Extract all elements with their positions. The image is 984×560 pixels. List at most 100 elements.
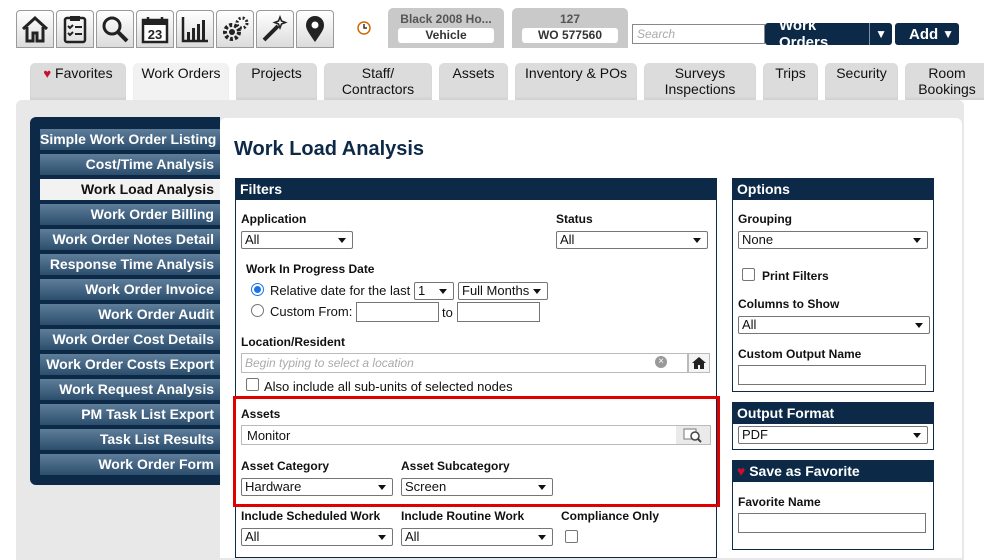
recent-item-vehicle[interactable]: Black 2008 Ho... Vehicle [388, 8, 504, 48]
asset-category-label: Asset Category [241, 459, 330, 473]
scheduled-work-label: Include Scheduled Work [241, 509, 381, 523]
home-icon [692, 357, 706, 369]
routine-work-select[interactable]: All [401, 528, 553, 546]
location-input[interactable]: Begin typing to select a location × [241, 353, 688, 373]
tab-label: Trips [775, 65, 806, 81]
asset-subcategory-label: Asset Subcategory [401, 459, 510, 473]
chevron-down-icon: ▼ [869, 23, 892, 45]
add-button[interactable]: Add ▼ [895, 23, 959, 45]
custom-output-name-label: Custom Output Name [738, 347, 862, 361]
assets-input[interactable]: Monitor [241, 425, 711, 445]
custom-from-input[interactable] [356, 302, 439, 322]
sidebar-item-work-load-analysis[interactable]: Work Load Analysis [40, 179, 220, 200]
tab-projects[interactable]: Projects [236, 63, 317, 100]
module-select-button[interactable]: Work Orders ▼ [765, 17, 892, 51]
calendar-day: 23 [148, 27, 162, 42]
tab-security[interactable]: Security [825, 63, 898, 100]
options-header: Options [733, 179, 933, 200]
map-pin-icon[interactable] [296, 10, 334, 48]
relative-unit-select[interactable]: Full Months [458, 282, 548, 300]
calendar-icon[interactable]: 23 [136, 10, 174, 48]
tab-label: Work Orders [141, 65, 221, 81]
clear-icon[interactable]: × [655, 356, 667, 368]
sidebar-item-work-order-billing[interactable]: Work Order Billing [40, 204, 220, 225]
asset-category-select[interactable]: Hardware [241, 478, 393, 496]
sidebar-item-work-request-analysis[interactable]: Work Request Analysis [40, 379, 220, 400]
tab-label: Staff/ [361, 65, 395, 81]
print-filters-checkbox[interactable] [742, 268, 755, 281]
recent-item-work-order[interactable]: 127 WO 577560 [512, 8, 628, 48]
scheduled-work-select[interactable]: All [241, 528, 393, 546]
filters-header: Filters [236, 179, 716, 200]
routine-work-label: Include Routine Work [401, 509, 525, 523]
status-select[interactable]: All [556, 231, 708, 249]
columns-to-show-select[interactable]: All [738, 316, 930, 334]
custom-output-name-input[interactable] [738, 365, 926, 385]
print-filters-label: Print Filters [762, 269, 829, 283]
asset-lookup-button[interactable] [676, 426, 710, 444]
tab-label-line2: Inspections [664, 81, 736, 97]
sidebar-item-task-list-results[interactable]: Task List Results [40, 429, 220, 450]
recent-item-type: WO 577560 [522, 28, 618, 43]
sidebar-item-work-order-notes-detail[interactable]: Work Order Notes Detail [40, 229, 220, 250]
compliance-only-label: Compliance Only [561, 509, 660, 523]
tab-inventory-pos[interactable]: Inventory & POs [515, 63, 637, 100]
sidebar-item-work-order-form[interactable]: Work Order Form [40, 454, 220, 475]
add-button-label: Add [909, 25, 939, 43]
sidebar-item-work-order-costs-export[interactable]: Work Order Costs Export [40, 354, 220, 375]
tab-work-orders[interactable]: Work Orders [133, 63, 229, 103]
location-placeholder: Begin typing to select a location [245, 356, 414, 370]
tab-label: Assets [452, 65, 495, 81]
status-label: Status [556, 212, 593, 226]
tab-favorites[interactable]: ♥ Favorites [30, 63, 126, 100]
application-select[interactable]: All [241, 231, 353, 249]
tab-room-bookings[interactable]: Room Bookings [905, 63, 984, 100]
clipboard-icon[interactable] [56, 10, 94, 48]
sidebar-item-response-time-analysis[interactable]: Response Time Analysis [40, 254, 220, 275]
tab-label: Favorites [55, 65, 113, 81]
tab-label: Security [836, 65, 887, 81]
columns-to-show-label: Columns to Show [738, 297, 840, 311]
search-icon[interactable] [96, 10, 134, 48]
tab-label-line2: Bookings [918, 81, 976, 97]
global-search-input[interactable] [632, 24, 765, 44]
custom-date-radio[interactable] [251, 304, 264, 317]
sidebar-item-work-order-audit[interactable]: Work Order Audit [40, 304, 220, 325]
module-select-label: Work Orders [779, 17, 829, 51]
tab-label: Inventory & POs [525, 65, 627, 81]
gears-icon[interactable] [216, 10, 254, 48]
main-tabs: ♥ Favorites Work Orders Projects Staff/C… [30, 63, 984, 103]
history-clock-icon[interactable] [356, 20, 372, 36]
tab-label: Room [928, 65, 966, 81]
bar-chart-icon[interactable] [176, 10, 214, 48]
custom-from-label: Custom From: [270, 304, 353, 319]
sidebar-item-simple-work-order-listing[interactable]: Simple Work Order Listing [40, 129, 220, 150]
assets-label: Assets [241, 407, 281, 421]
favorite-name-input[interactable] [738, 513, 926, 533]
sidebar-item-work-order-invoice[interactable]: Work Order Invoice [40, 279, 220, 300]
asset-subcategory-select[interactable]: Screen [401, 478, 553, 496]
heart-icon: ♥ [43, 66, 52, 81]
to-label: to [442, 305, 453, 320]
sidebar-item-pm-task-list-export[interactable]: PM Task List Export [40, 404, 220, 425]
location-label: Location/Resident [241, 335, 346, 349]
include-subunits-checkbox[interactable] [246, 378, 259, 391]
recent-item-title: 127 [559, 12, 581, 26]
home-icon[interactable] [16, 10, 54, 48]
custom-to-input[interactable] [457, 302, 540, 322]
relative-date-label: Relative date for the last [270, 283, 411, 298]
sidebar-item-cost-time-analysis[interactable]: Cost/Time Analysis [40, 154, 220, 175]
compliance-only-checkbox[interactable] [565, 530, 578, 543]
tab-assets[interactable]: Assets [439, 63, 508, 100]
grouping-select[interactable]: None [738, 231, 928, 249]
location-tree-button[interactable] [688, 353, 710, 373]
magic-wand-icon[interactable] [256, 10, 294, 48]
relative-count-select[interactable]: 1 [414, 282, 454, 300]
tab-staff-contractors[interactable]: Staff/Contractors [324, 63, 432, 100]
tab-surveys-inspections[interactable]: Surveys Inspections [644, 63, 756, 100]
favorite-name-label: Favorite Name [738, 495, 821, 509]
tab-trips[interactable]: Trips [763, 63, 818, 100]
sidebar-item-work-order-cost-details[interactable]: Work Order Cost Details [40, 329, 220, 350]
output-format-select[interactable]: PDF [738, 426, 928, 444]
relative-date-radio[interactable] [251, 283, 264, 296]
